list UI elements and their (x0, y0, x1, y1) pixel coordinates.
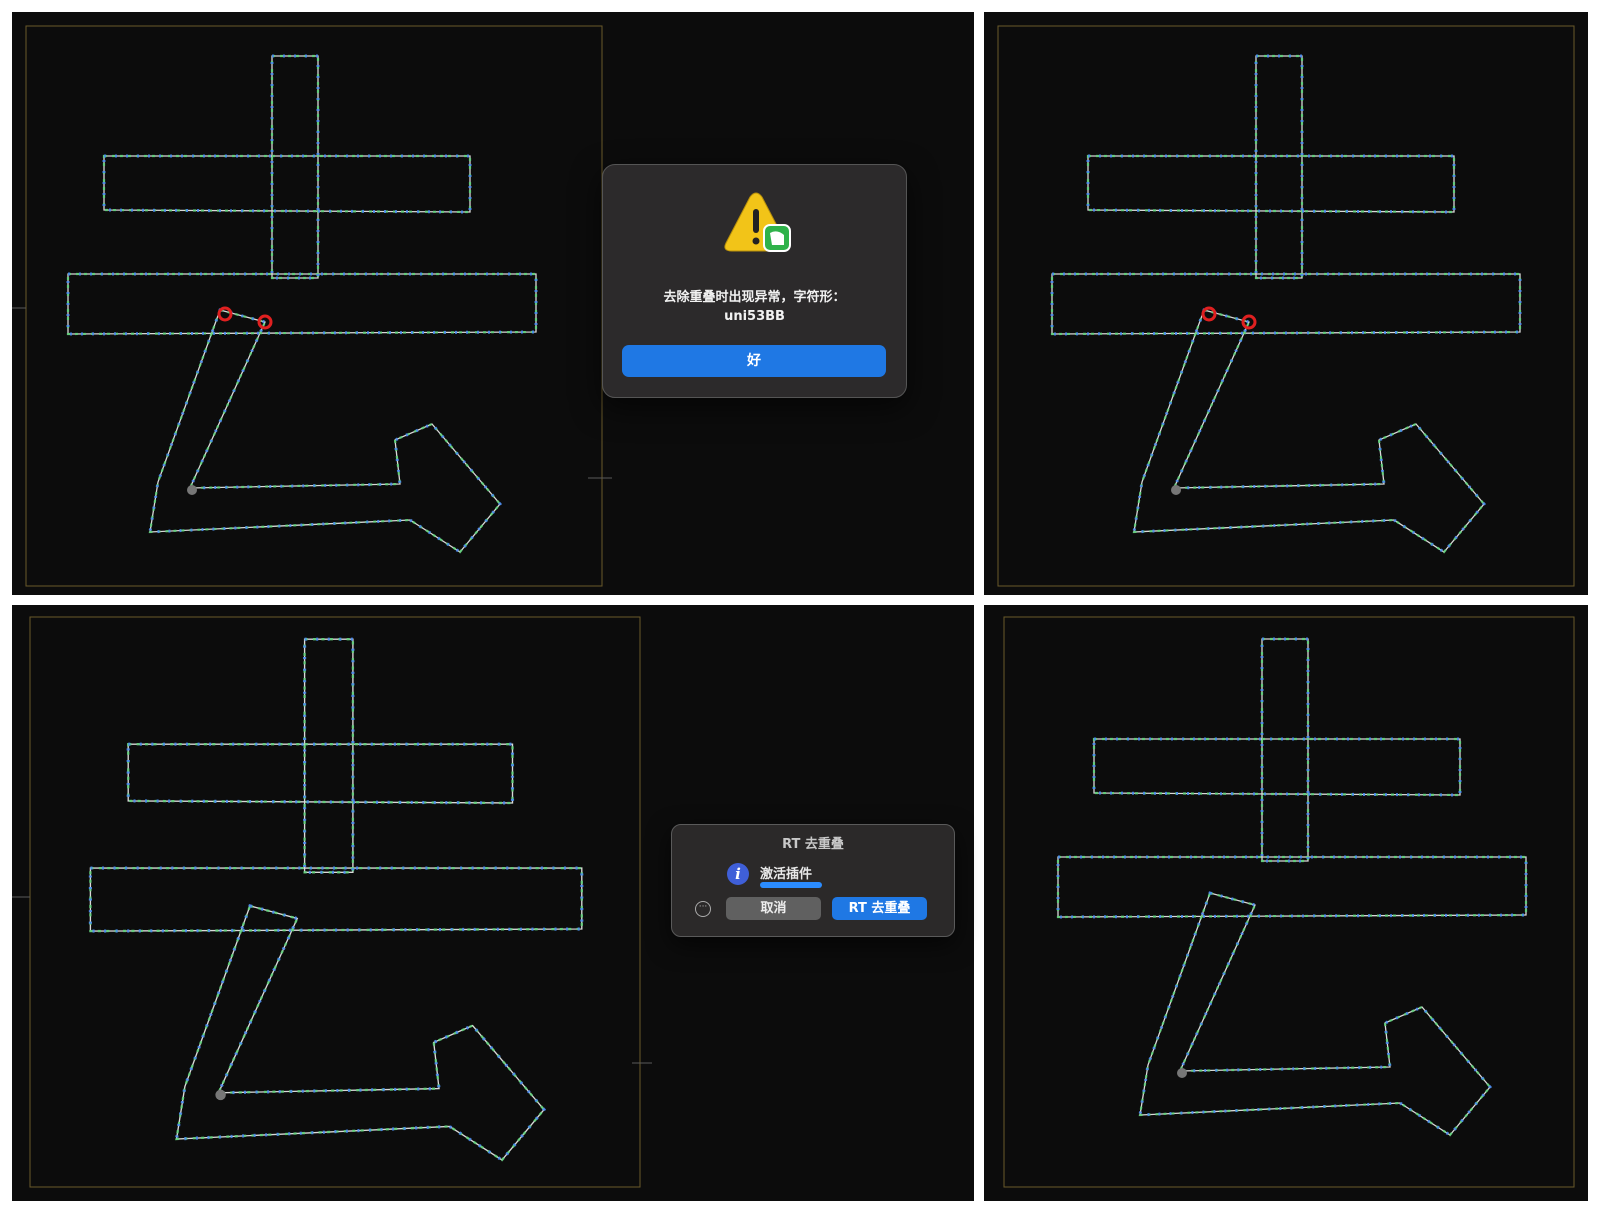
cancel-button[interactable]: 取消 (726, 897, 821, 920)
progress-bar (760, 882, 822, 888)
run-remove-overlap-button[interactable]: RT 去重叠 (832, 897, 927, 920)
info-icon: i (727, 863, 749, 885)
warning-icon (724, 192, 791, 252)
plugin-dialog: RT 去重叠 i 激活插件 ··· 取消 RT 去重叠 (671, 824, 955, 937)
glyph-canvas-bottom-right[interactable] (984, 605, 1588, 1201)
dialog-title: RT 去重叠 (782, 837, 844, 852)
alert-message-line1: 去除重叠时出现异常，字符形： (663, 290, 846, 305)
alert-message: 去除重叠时出现异常，字符形： uni53BB (603, 288, 906, 326)
alert-message-line2: uni53BB (724, 309, 785, 324)
ellipsis-icon[interactable]: ··· (695, 901, 711, 917)
error-alert-dialog: 去除重叠时出现异常，字符形： uni53BB 好 (602, 164, 907, 398)
ok-button[interactable]: 好 (622, 345, 886, 377)
status-label: 激活插件 (760, 867, 813, 882)
glyph-canvas-top-right[interactable] (984, 12, 1588, 595)
